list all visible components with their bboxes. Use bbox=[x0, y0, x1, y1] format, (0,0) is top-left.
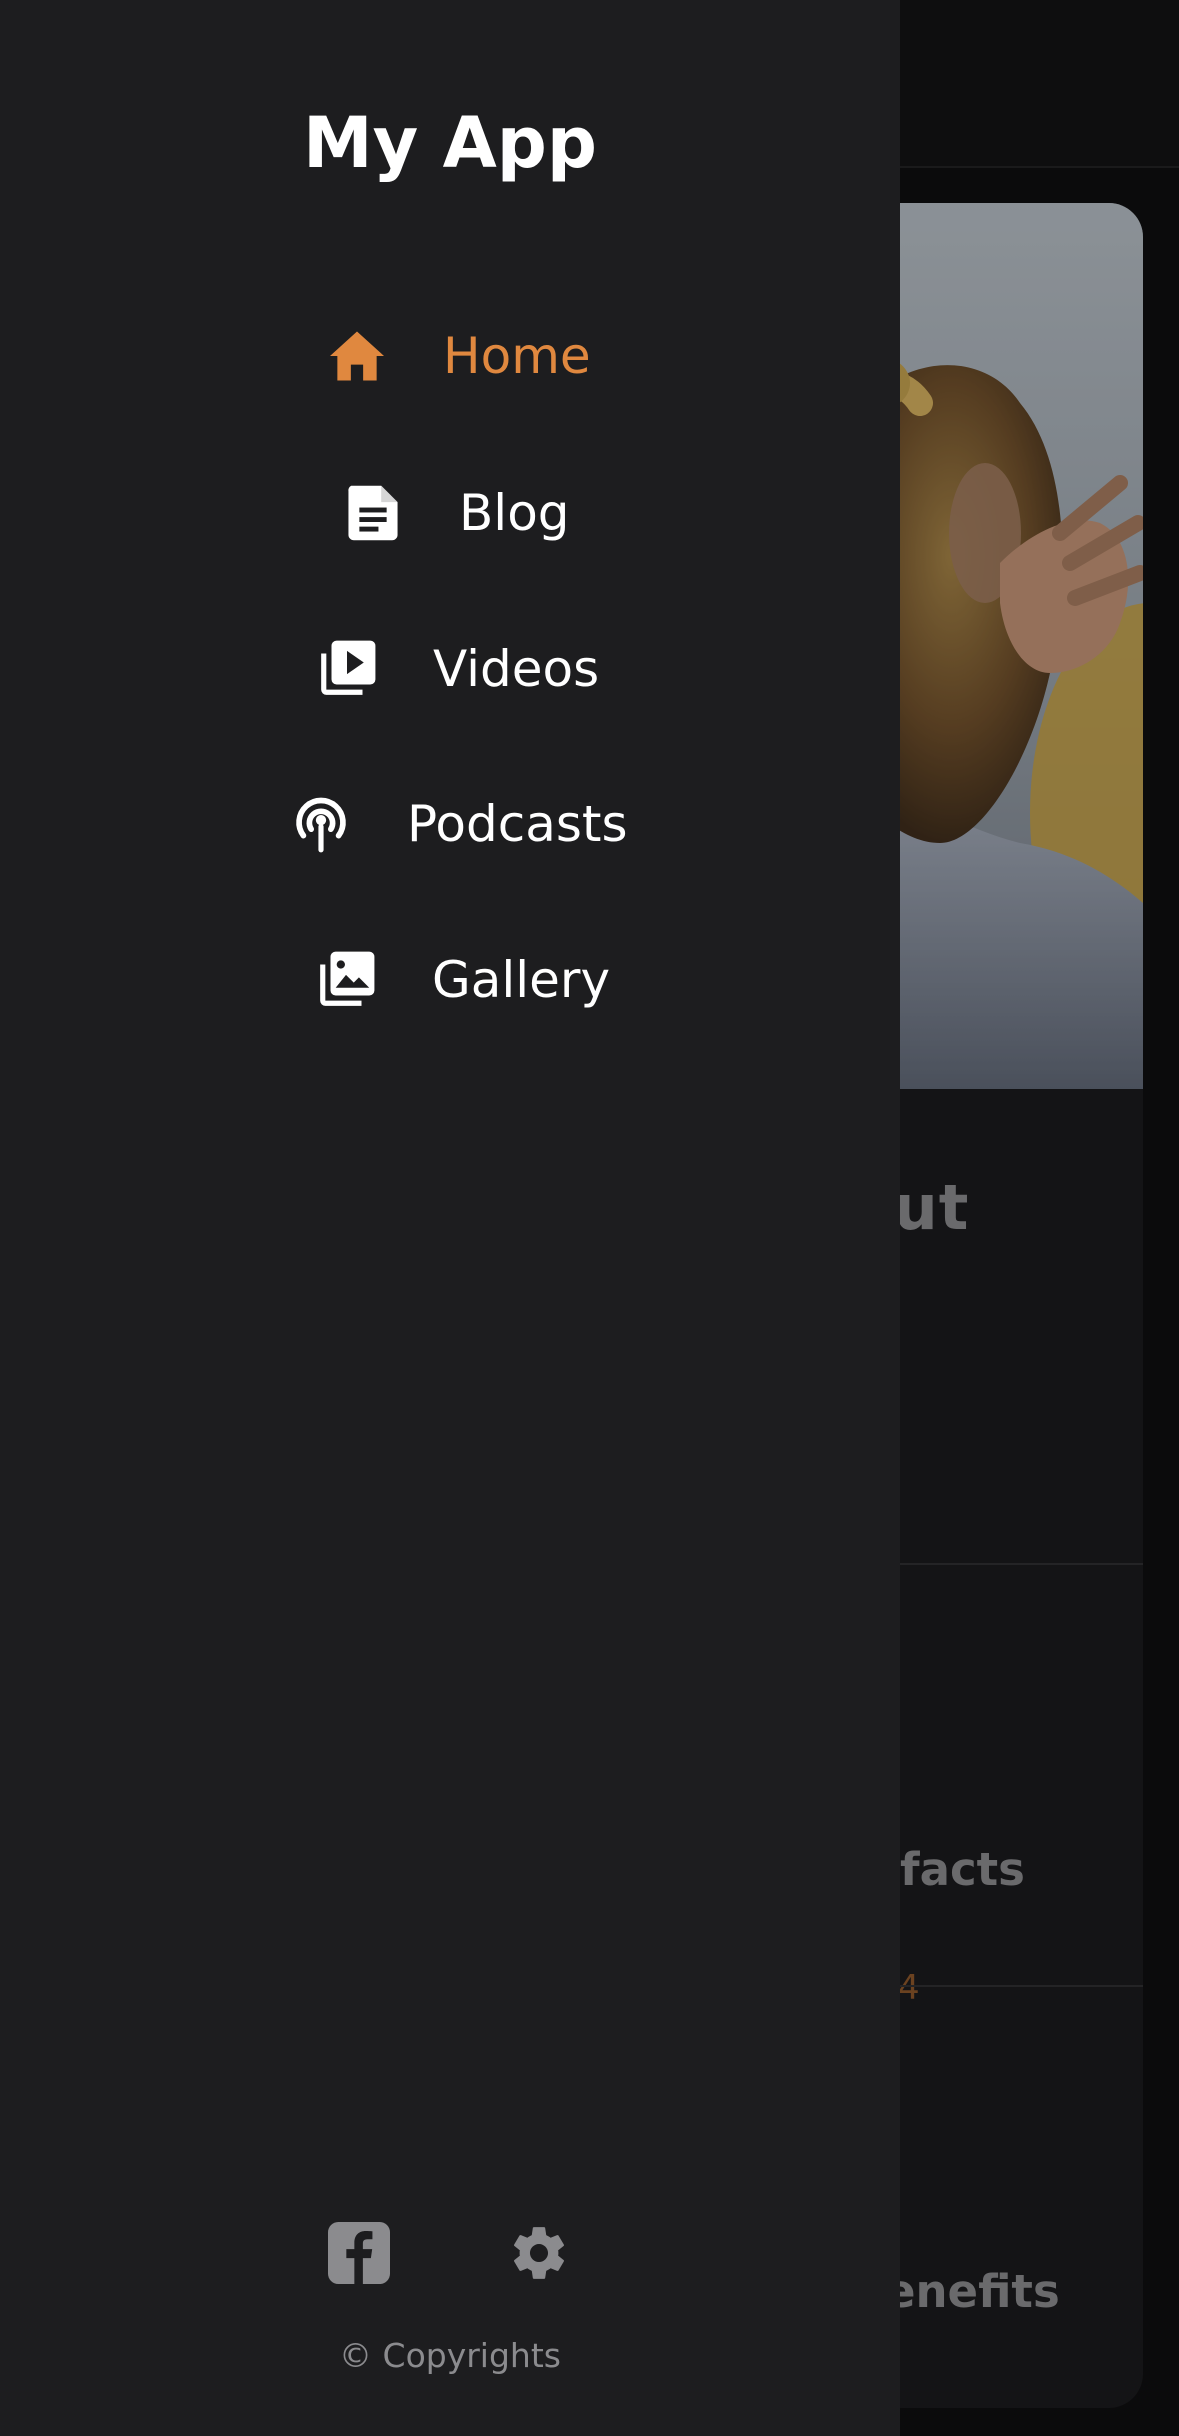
navigation-drawer: My App Home Blog Videos Podcasts Gallery… bbox=[0, 0, 900, 2436]
settings-gear-icon bbox=[514, 2227, 564, 2279]
home-icon bbox=[325, 324, 389, 388]
background-article-title: enefits bbox=[885, 2265, 1060, 2318]
menu-item-videos[interactable]: Videos bbox=[315, 629, 599, 709]
copyright-text: © Copyrights bbox=[339, 2336, 561, 2375]
menu-item-blog[interactable]: Blog bbox=[341, 473, 570, 553]
document-icon bbox=[341, 481, 405, 545]
menu-item-podcasts[interactable]: Podcasts bbox=[289, 784, 628, 864]
podcast-icon bbox=[289, 792, 353, 856]
facebook-button[interactable] bbox=[326, 2220, 392, 2286]
settings-button[interactable] bbox=[506, 2220, 572, 2286]
menu-item-label: Gallery bbox=[432, 951, 611, 1009]
menu-item-label: Home bbox=[443, 327, 591, 385]
background-article-title: facts bbox=[900, 1843, 1025, 1896]
app-screen: out facts 4 enefits 4 My App Home bbox=[0, 0, 1179, 2436]
video-library-icon bbox=[315, 637, 379, 701]
menu-item-home[interactable]: Home bbox=[325, 316, 591, 396]
background-divider bbox=[860, 1985, 1143, 1987]
menu-item-label: Blog bbox=[459, 484, 570, 542]
menu-item-label: Videos bbox=[433, 640, 600, 698]
background-divider bbox=[860, 1563, 1143, 1565]
app-title: My App bbox=[302, 102, 598, 184]
facebook-icon bbox=[328, 2222, 390, 2284]
menu-item-gallery[interactable]: Gallery bbox=[314, 940, 610, 1020]
background-article-date: 4 bbox=[898, 1968, 920, 2008]
menu-item-label: Podcasts bbox=[407, 795, 628, 853]
photo-library-icon bbox=[314, 948, 378, 1012]
